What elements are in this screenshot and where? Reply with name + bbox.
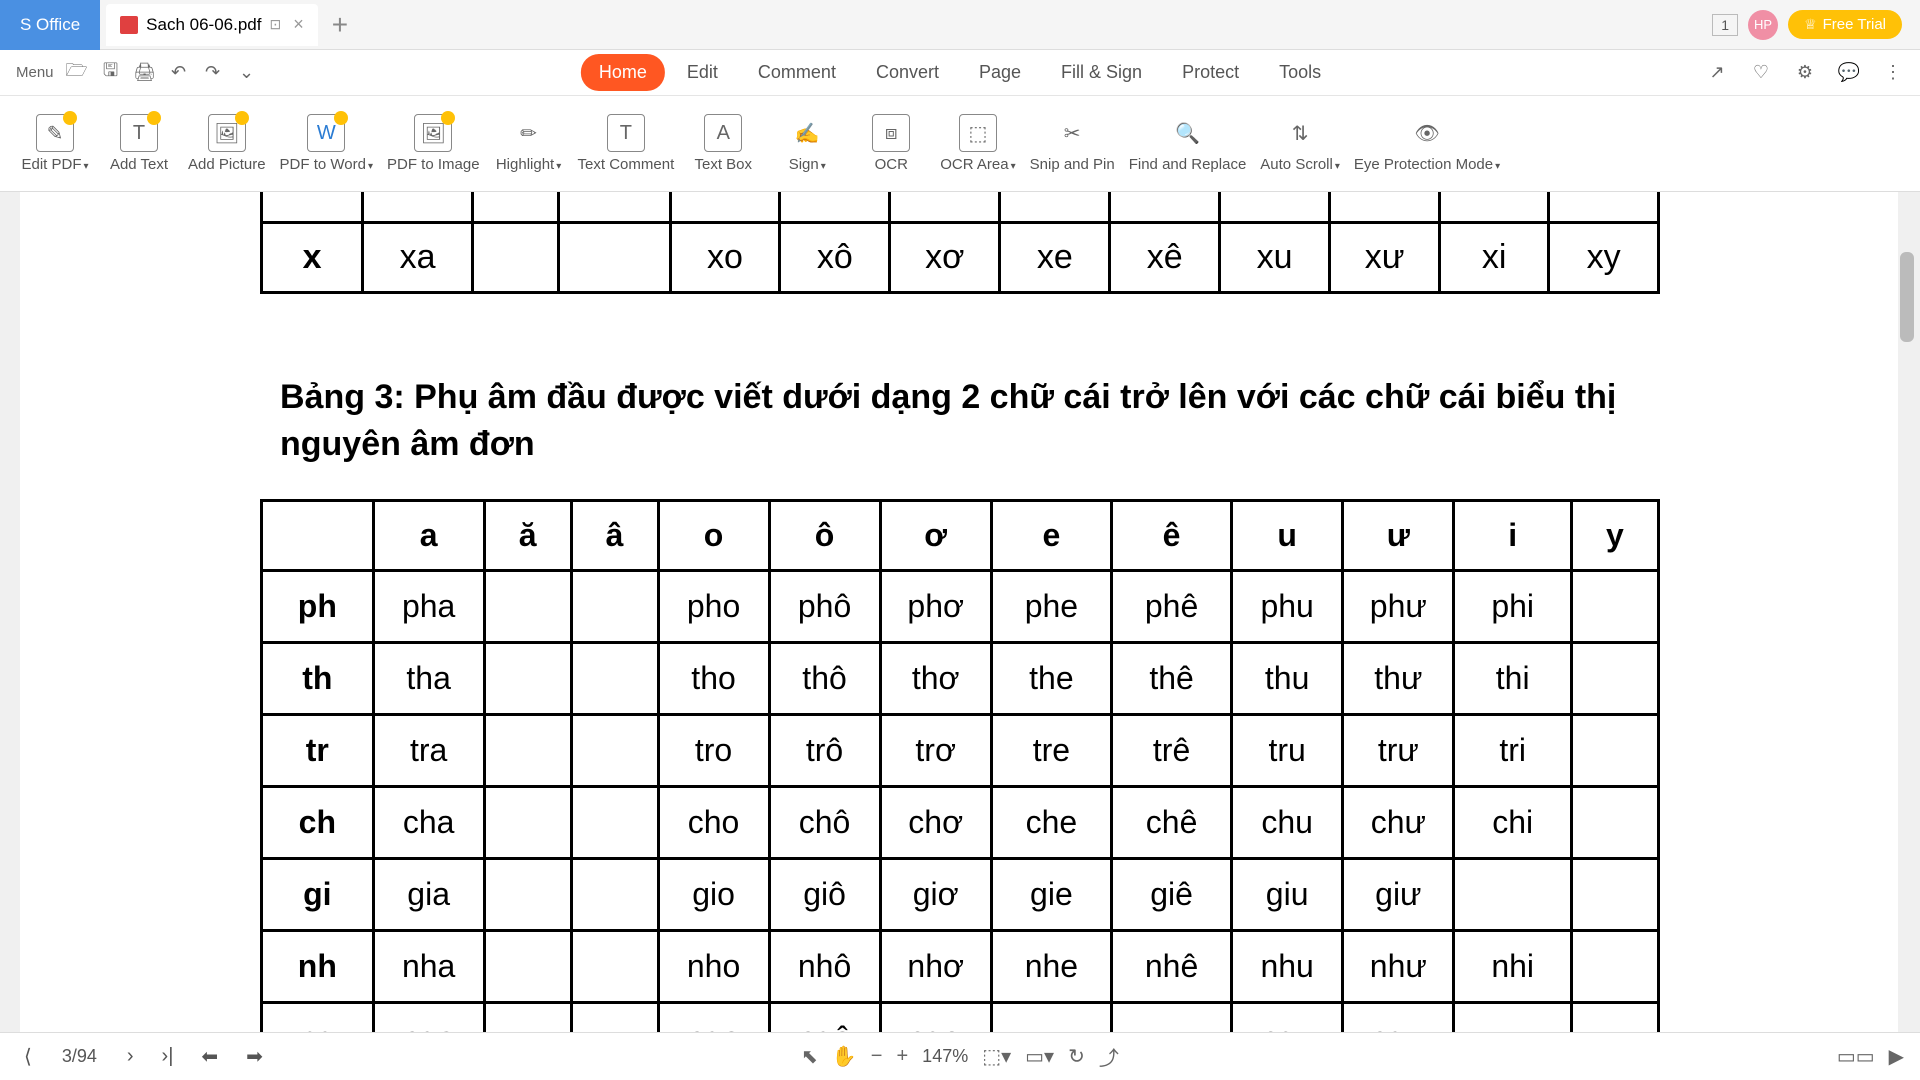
- settings-icon[interactable]: ⚙: [1788, 56, 1822, 90]
- chevron-down-icon: ▾: [556, 161, 561, 172]
- tab-edit[interactable]: Edit: [669, 54, 736, 91]
- zoom-value[interactable]: 147%: [922, 1046, 968, 1067]
- table-heading: Bảng 3: Phụ âm đầu được viết dưới dạng 2…: [280, 374, 1660, 469]
- menu-tabs: Home Edit Comment Convert Page Fill & Si…: [581, 54, 1339, 91]
- next-page-button[interactable]: ›: [119, 1041, 142, 1072]
- edit-pdf-button[interactable]: ✎Edit PDF▾: [20, 114, 90, 173]
- chevron-down-icon: ▾: [1335, 161, 1340, 172]
- zoom-in-button[interactable]: +: [896, 1045, 908, 1068]
- pdf-to-image-label: PDF to Image: [387, 156, 480, 173]
- chevron-down-icon: ▾: [821, 161, 826, 172]
- title-bar: S Office Sach 06-06.pdf ⊡ × + 1 HP ♕ Free…: [0, 0, 1920, 50]
- play-button[interactable]: ▶: [1889, 1044, 1904, 1069]
- pdf-page: xxaxoxôxơxexêxuxưxixy Bảng 3: Phụ âm đầu…: [20, 192, 1900, 1032]
- scrollbar-thumb[interactable]: [1900, 252, 1914, 342]
- first-page-button[interactable]: ⟨: [16, 1040, 40, 1073]
- add-text-button[interactable]: TAdd Text: [104, 114, 174, 173]
- pin-icon[interactable]: ⊡: [269, 16, 281, 33]
- page-badge[interactable]: 1: [1712, 14, 1738, 36]
- tab-page[interactable]: Page: [961, 54, 1039, 91]
- find-replace-button[interactable]: 🔍Find and Replace: [1129, 114, 1247, 173]
- add-picture-button[interactable]: 🖼Add Picture: [188, 114, 266, 173]
- find-replace-label: Find and Replace: [1129, 156, 1247, 173]
- select-tool-button[interactable]: ⬉: [801, 1044, 818, 1069]
- chevron-down-icon: ▾: [1011, 161, 1016, 172]
- more-icon[interactable]: ⋮: [1876, 56, 1910, 90]
- fit-page-button[interactable]: ⬚▾: [982, 1044, 1011, 1069]
- pdf-to-word-label: PDF to Word: [280, 156, 366, 173]
- reading-mode-button[interactable]: ▭▭: [1837, 1044, 1875, 1069]
- document-title: Sach 06-06.pdf: [146, 15, 261, 35]
- table-1: xxaxoxôxơxexêxuxưxixy: [260, 192, 1660, 294]
- pdf-icon: [120, 16, 138, 34]
- feedback-icon[interactable]: 💬: [1832, 56, 1866, 90]
- tab-fillsign[interactable]: Fill & Sign: [1043, 54, 1160, 91]
- tab-protect[interactable]: Protect: [1164, 54, 1257, 91]
- text-box-button[interactable]: AText Box: [688, 114, 758, 173]
- crown-icon: ♕: [1804, 16, 1817, 33]
- document-area[interactable]: xxaxoxôxơxexêxuxưxixy Bảng 3: Phụ âm đầu…: [0, 192, 1920, 1032]
- snip-pin-label: Snip and Pin: [1030, 156, 1115, 173]
- highlight-label: Highlight: [496, 156, 554, 173]
- tab-tools[interactable]: Tools: [1261, 54, 1339, 91]
- pdf-to-word-button[interactable]: WPDF to Word▾: [280, 114, 373, 173]
- text-comment-label: Text Comment: [578, 156, 675, 173]
- auto-scroll-button[interactable]: ⇅Auto Scroll▾: [1260, 114, 1340, 173]
- free-trial-label: Free Trial: [1823, 16, 1886, 33]
- text-box-label: Text Box: [694, 156, 752, 173]
- auto-scroll-label: Auto Scroll: [1260, 156, 1333, 173]
- sign-label: Sign: [789, 156, 819, 173]
- quick-toolbar: Menu 🗁 🖫 🖨 ↶ ↷ ⌄ Home Edit Comment Conve…: [0, 50, 1920, 96]
- eye-protection-label: Eye Protection Mode: [1354, 156, 1493, 173]
- layout-button[interactable]: ▭▾: [1025, 1044, 1054, 1069]
- tab-comment[interactable]: Comment: [740, 54, 854, 91]
- close-icon[interactable]: ×: [293, 14, 304, 35]
- page-indicator[interactable]: 3/94: [62, 1046, 97, 1067]
- tab-convert[interactable]: Convert: [858, 54, 957, 91]
- rotate-button[interactable]: ↻: [1068, 1044, 1085, 1069]
- eye-protection-button[interactable]: 👁Eye Protection Mode▾: [1354, 114, 1500, 173]
- open-icon[interactable]: 🗁: [60, 56, 94, 90]
- app-name: S Office: [20, 15, 80, 35]
- app-tab[interactable]: S Office: [0, 0, 100, 50]
- ocr-area-button[interactable]: ⬚OCR Area▾: [940, 114, 1015, 173]
- menu-button[interactable]: Menu: [10, 56, 60, 90]
- redo-icon[interactable]: ↷: [196, 56, 230, 90]
- document-tab[interactable]: Sach 06-06.pdf ⊡ ×: [106, 4, 318, 46]
- chevron-down-icon: ▾: [83, 161, 88, 172]
- save-icon[interactable]: 🖫: [94, 56, 128, 90]
- scrollbar[interactable]: [1898, 192, 1916, 1032]
- zoom-out-button[interactable]: −: [871, 1045, 883, 1068]
- snip-pin-button[interactable]: ✂Snip and Pin: [1030, 114, 1115, 173]
- customize-icon[interactable]: ⌄: [230, 56, 264, 90]
- share-icon[interactable]: ↗: [1700, 56, 1734, 90]
- chevron-down-icon: ▾: [1495, 161, 1500, 172]
- last-page-button[interactable]: ›|: [154, 1041, 182, 1072]
- chevron-down-icon: ▾: [368, 161, 373, 172]
- new-tab-button[interactable]: +: [332, 9, 348, 41]
- next-view-button[interactable]: ➡: [238, 1040, 271, 1073]
- highlight-button[interactable]: ✏Highlight▾: [494, 114, 564, 173]
- add-picture-label: Add Picture: [188, 156, 266, 173]
- table-2: aăâoôơeêuưiyphphaphophôphơphephêphuphưph…: [260, 499, 1660, 1032]
- status-bar: ⟨ 3/94 › ›| ⬅ ➡ ⬉ ✋ − + 147% ⬚▾ ▭▾ ↻ ⤴ ▭…: [0, 1032, 1920, 1080]
- ribbon: ✎Edit PDF▾ TAdd Text 🖼Add Picture WPDF t…: [0, 96, 1920, 192]
- ocr-area-label: OCR Area: [940, 156, 1008, 173]
- edit-pdf-label: Edit PDF: [21, 156, 81, 173]
- ocr-label: OCR: [875, 156, 908, 173]
- print-icon[interactable]: 🖨: [128, 56, 162, 90]
- text-comment-button[interactable]: TText Comment: [578, 114, 675, 173]
- sign-button[interactable]: ✍Sign▾: [772, 114, 842, 173]
- tab-home[interactable]: Home: [581, 54, 665, 91]
- ocr-button[interactable]: ⧈OCR: [856, 114, 926, 173]
- upload-button[interactable]: ⤴: [1099, 1042, 1119, 1071]
- prev-view-button[interactable]: ⬅: [193, 1040, 226, 1073]
- avatar[interactable]: HP: [1748, 10, 1778, 40]
- pdf-to-image-button[interactable]: 🖼PDF to Image: [387, 114, 480, 173]
- undo-icon[interactable]: ↶: [162, 56, 196, 90]
- free-trial-button[interactable]: ♕ Free Trial: [1788, 10, 1902, 39]
- add-text-label: Add Text: [110, 156, 168, 173]
- favorite-icon[interactable]: ♡: [1744, 56, 1778, 90]
- hand-tool-button[interactable]: ✋: [832, 1044, 857, 1069]
